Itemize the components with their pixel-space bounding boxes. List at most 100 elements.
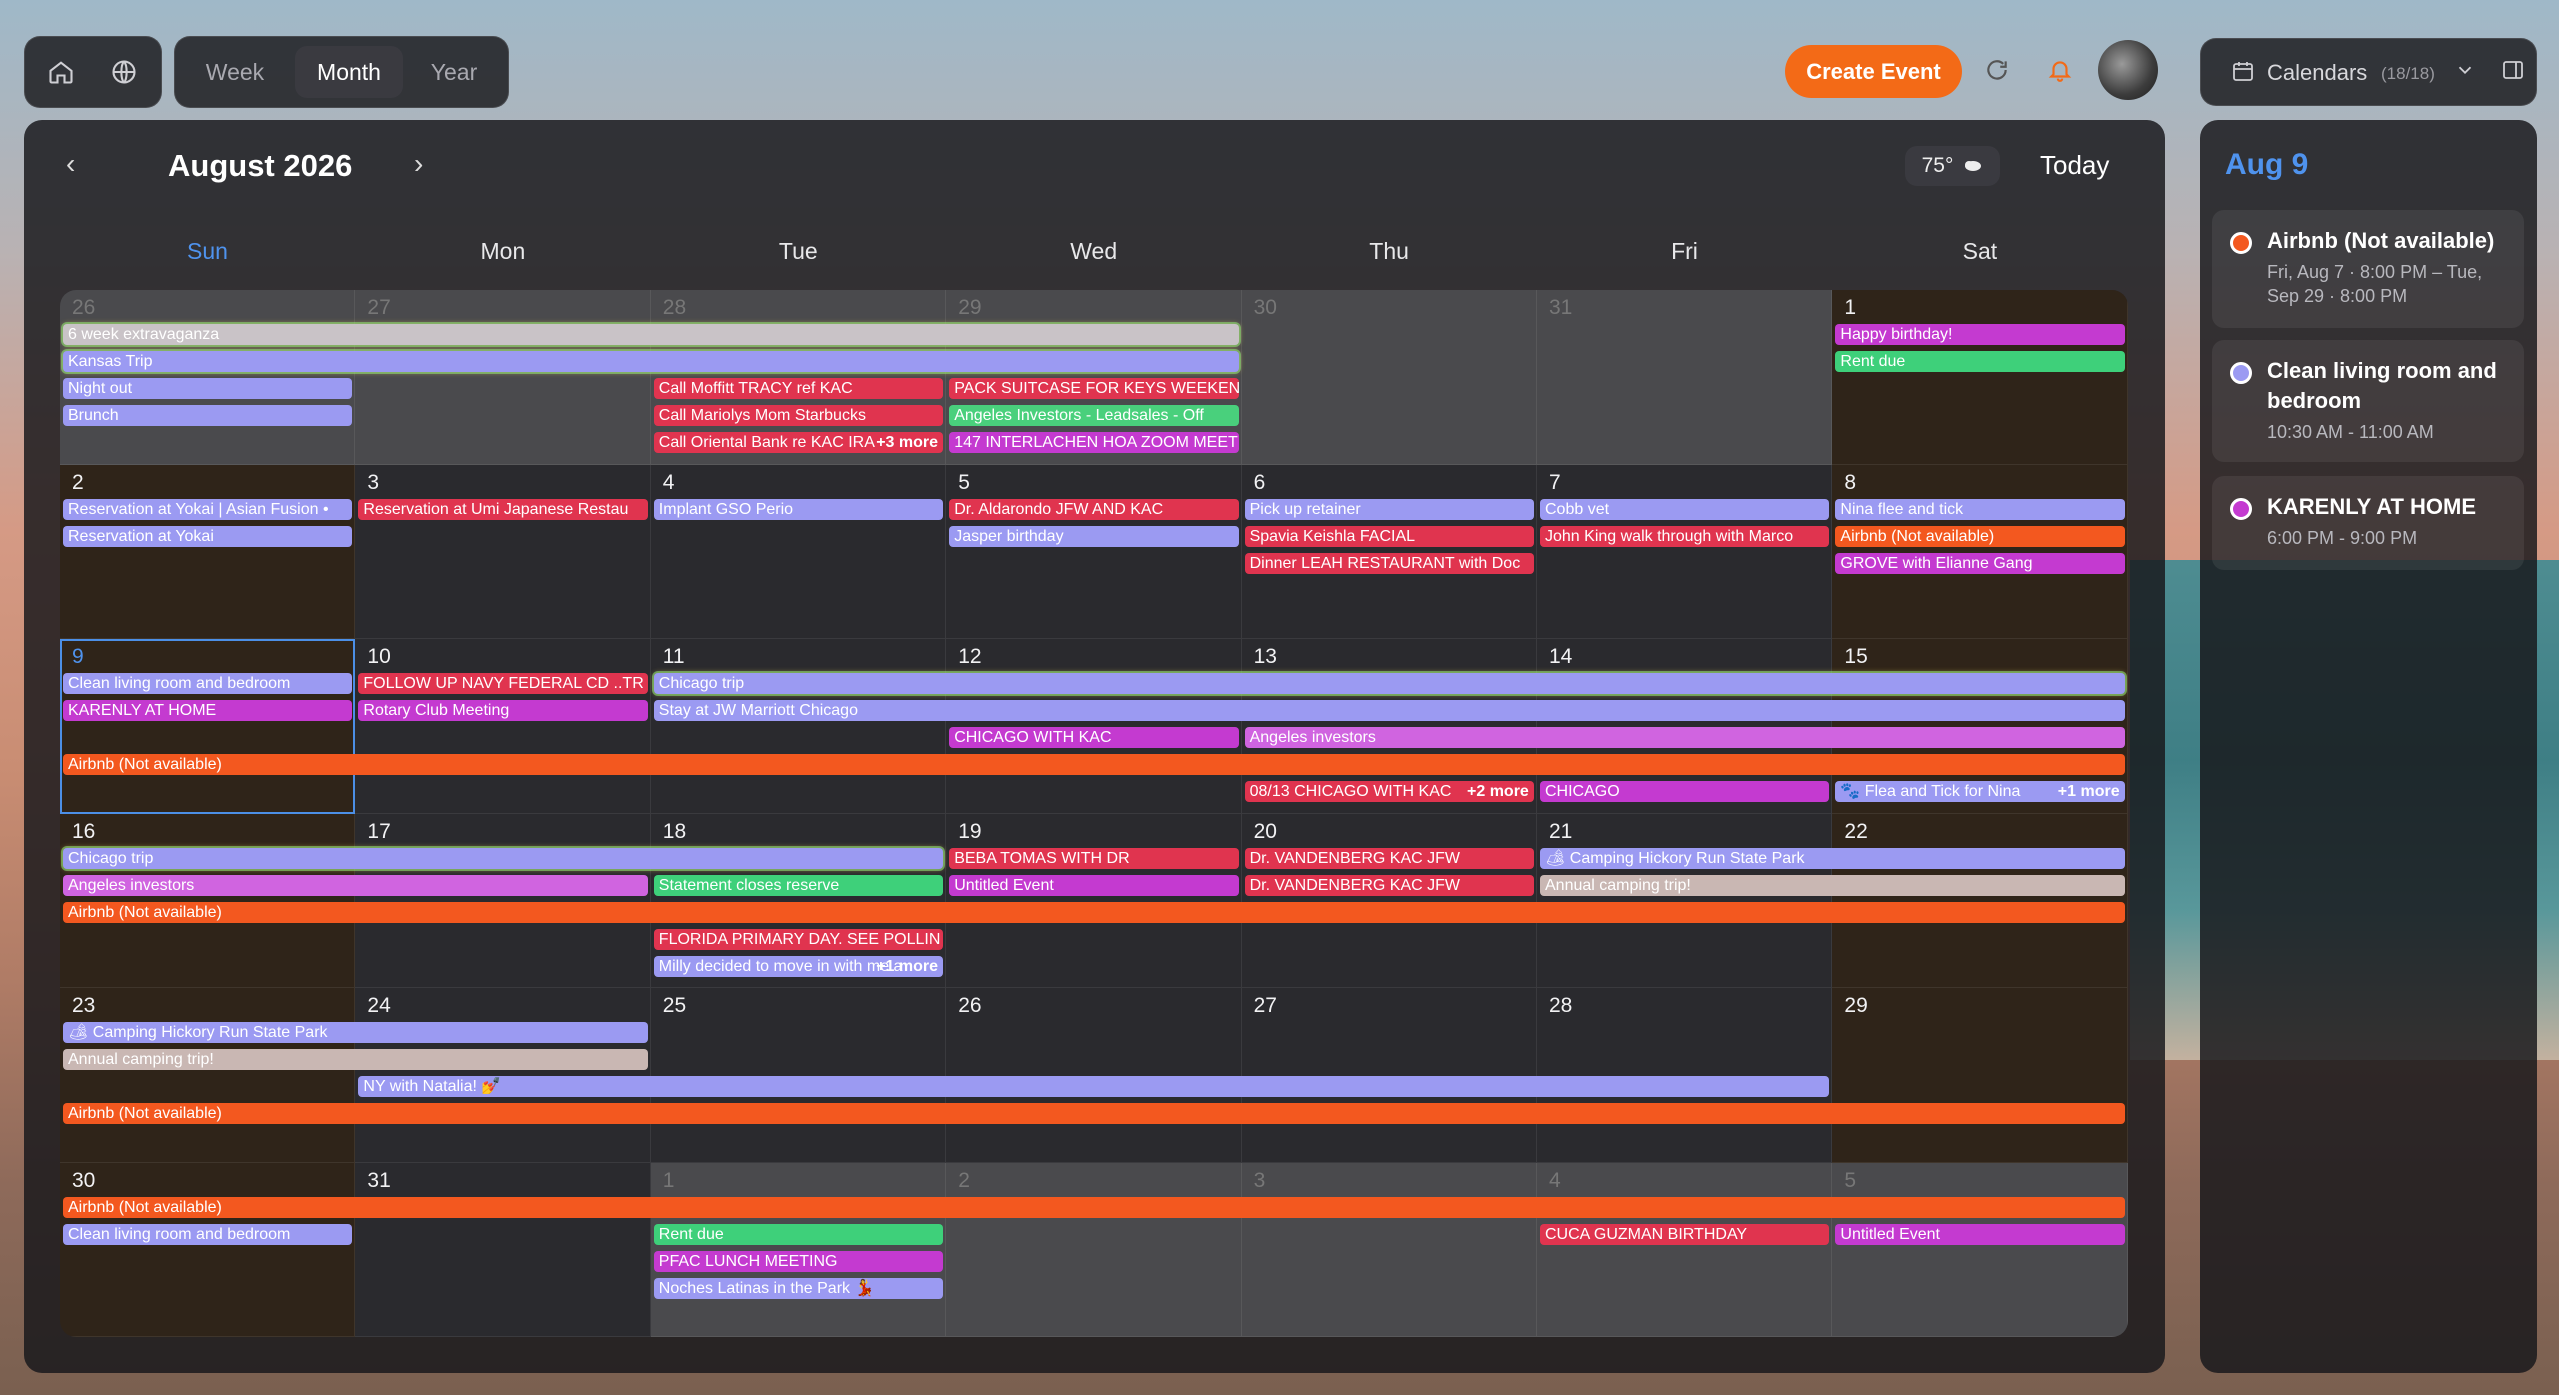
event-chip[interactable]: Angeles investors [63, 874, 648, 896]
event-chip[interactable]: Rent due [653, 1223, 944, 1245]
event-chip[interactable]: Airbnb (Not available) [63, 1196, 2125, 1218]
event-chip[interactable]: 🏕 Camping Hickory Run State Park [63, 1022, 648, 1043]
event-chip[interactable]: 🏕 Camping Hickory Run State Park [1540, 847, 2125, 869]
event-chip[interactable]: Reservation at Umi Japanese Restau [358, 498, 648, 520]
day-cell[interactable]: 31 [1537, 290, 1833, 465]
refresh-icon[interactable] [1972, 45, 2022, 95]
event-chip[interactable]: Call Moffitt TRACY ref KAC [653, 378, 944, 399]
day-cell[interactable]: 3 [355, 464, 651, 639]
event-chip[interactable]: Noches Latinas in the Park 💃 [653, 1277, 944, 1299]
more-events-link[interactable]: +1 more [2058, 783, 2120, 801]
event-chip[interactable]: Clean living room and bedroom [63, 673, 353, 694]
day-cell[interactable]: 5 [1832, 1162, 2128, 1337]
event-chip[interactable]: PFAC LUNCH MEETING [653, 1250, 944, 1272]
day-cell[interactable]: 7 [1537, 464, 1833, 639]
day-cell[interactable]: 10 [355, 639, 651, 814]
event-chip[interactable]: Angeles investors [1244, 727, 2125, 748]
create-event-button[interactable]: Create Event [1785, 45, 1962, 98]
view-week-button[interactable]: Week [187, 46, 283, 98]
day-cell[interactable]: 1 [650, 1162, 947, 1337]
day-cell[interactable]: 21 [1537, 813, 1833, 988]
event-chip[interactable]: Angeles Investors - Leadsales - Off [949, 405, 1239, 426]
avatar[interactable] [2098, 40, 2158, 100]
event-chip[interactable]: Dr. VANDENBERG KAC JFW [1244, 874, 1534, 896]
event-chip[interactable]: FLORIDA PRIMARY DAY. SEE POLLIN [653, 928, 944, 950]
event-chip[interactable]: Rent due [1835, 351, 2125, 372]
event-chip[interactable]: Pick up retainer [1244, 498, 1534, 520]
day-cell[interactable]: 3 [1241, 1162, 1537, 1337]
event-chip[interactable]: Untitled Event [949, 874, 1239, 896]
event-chip[interactable]: Happy birthday! [1835, 324, 2125, 345]
day-cell[interactable]: 2 [946, 1162, 1242, 1337]
today-button[interactable]: Today [2040, 150, 2109, 181]
day-cell[interactable]: 4 [1537, 1162, 1833, 1337]
event-chip[interactable]: Clean living room and bedroom [63, 1223, 353, 1245]
day-cell[interactable]: 4 [650, 464, 947, 639]
event-chip[interactable]: PACK SUITCASE FOR KEYS WEEKEN [949, 378, 1239, 399]
day-cell[interactable]: 16 [60, 813, 356, 988]
sidebar-event-card[interactable]: Clean living room and bedroom 10:30 AM -… [2212, 340, 2524, 462]
event-chip[interactable]: Annual camping trip! [1540, 874, 2125, 896]
more-events-link[interactable]: +2 more [1467, 783, 1529, 801]
day-cell[interactable]: 8 [1832, 464, 2128, 639]
next-month-button[interactable]: › [414, 148, 423, 180]
event-chip[interactable]: Airbnb (Not available) [63, 901, 2125, 923]
day-cell[interactable]: 20 [1241, 813, 1537, 988]
day-cell[interactable]: 30 [60, 1162, 356, 1337]
day-cell[interactable]: 29 [1832, 988, 2128, 1163]
event-chip[interactable]: BEBA TOMAS WITH DR [949, 847, 1239, 869]
event-chip[interactable]: Jasper birthday [949, 525, 1239, 547]
event-chip[interactable]: FOLLOW UP NAVY FEDERAL CD ..TR [358, 673, 648, 694]
event-chip[interactable]: Statement closes reserve [653, 874, 944, 896]
more-events-link[interactable]: +3 more [876, 434, 938, 452]
day-cell[interactable]: 9 [60, 639, 356, 814]
day-cell[interactable]: 27 [355, 290, 651, 465]
event-chip[interactable]: Chicago trip [63, 847, 944, 869]
sidebar-toggle-icon[interactable] [2501, 58, 2525, 87]
day-cell[interactable]: 1 [1832, 290, 2128, 465]
home-icon[interactable] [35, 46, 87, 98]
event-chip[interactable]: Implant GSO Perio [653, 498, 944, 520]
event-chip[interactable]: John King walk through with Marco [1540, 525, 1830, 547]
view-month-button[interactable]: Month [295, 46, 403, 98]
event-chip[interactable]: Call Mariolys Mom Starbucks [653, 405, 944, 426]
day-cell[interactable]: 17 [355, 813, 651, 988]
view-year-button[interactable]: Year [409, 46, 499, 98]
event-chip[interactable]: Annual camping trip! [63, 1049, 648, 1070]
day-cell[interactable]: 6 [1241, 464, 1537, 639]
event-chip[interactable]: GROVE with Elianne Gang [1835, 552, 2125, 574]
event-chip[interactable]: Rotary Club Meeting [358, 700, 648, 721]
event-chip[interactable]: Stay at JW Marriott Chicago [653, 700, 2125, 721]
event-chip[interactable]: 6 week extravaganza [63, 324, 1239, 345]
event-chip[interactable]: Airbnb (Not available) [63, 1103, 2125, 1124]
bell-icon[interactable] [2035, 45, 2085, 95]
event-chip[interactable]: Dr. Aldarondo JFW AND KAC [949, 498, 1239, 520]
event-chip[interactable]: Airbnb (Not available) [1835, 525, 2125, 547]
globe-icon[interactable] [98, 46, 150, 98]
event-chip[interactable]: Kansas Trip [63, 351, 1239, 372]
event-chip[interactable]: KARENLY AT HOME [63, 700, 353, 721]
event-chip[interactable]: Airbnb (Not available) [63, 754, 2125, 775]
event-chip[interactable]: 147 INTERLACHEN HOA ZOOM MEET [949, 432, 1239, 453]
day-cell[interactable]: 22 [1832, 813, 2128, 988]
day-cell[interactable]: 2 [60, 464, 356, 639]
event-chip[interactable]: Spavia Keishla FACIAL [1244, 525, 1534, 547]
event-chip[interactable]: Cobb vet [1540, 498, 1830, 520]
event-chip[interactable]: NY with Natalia! 💅 [358, 1076, 1830, 1097]
event-chip[interactable]: Dinner LEAH RESTAURANT with Doc [1244, 552, 1534, 574]
day-cell[interactable]: 5 [946, 464, 1242, 639]
sidebar-event-card[interactable]: Airbnb (Not available) Fri, Aug 7 · 8:00… [2212, 210, 2524, 328]
event-chip[interactable]: Untitled Event [1835, 1223, 2125, 1245]
day-cell[interactable]: 11 [650, 639, 947, 814]
day-cell[interactable]: 31 [355, 1162, 651, 1337]
event-chip[interactable]: Night out [63, 378, 353, 399]
event-chip[interactable]: CHICAGO WITH KAC [949, 727, 1239, 748]
event-chip[interactable]: Reservation at Yokai | Asian Fusion • [63, 498, 353, 520]
prev-month-button[interactable]: ‹ [66, 148, 75, 180]
day-cell[interactable]: 19 [946, 813, 1242, 988]
day-cell[interactable]: 30 [1241, 290, 1537, 465]
event-chip[interactable]: Reservation at Yokai [63, 525, 353, 547]
event-chip[interactable]: Chicago trip [653, 673, 2125, 694]
event-chip[interactable]: CHICAGO [1540, 781, 1830, 802]
sidebar-event-card[interactable]: KARENLY AT HOME 6:00 PM - 9:00 PM [2212, 476, 2524, 570]
